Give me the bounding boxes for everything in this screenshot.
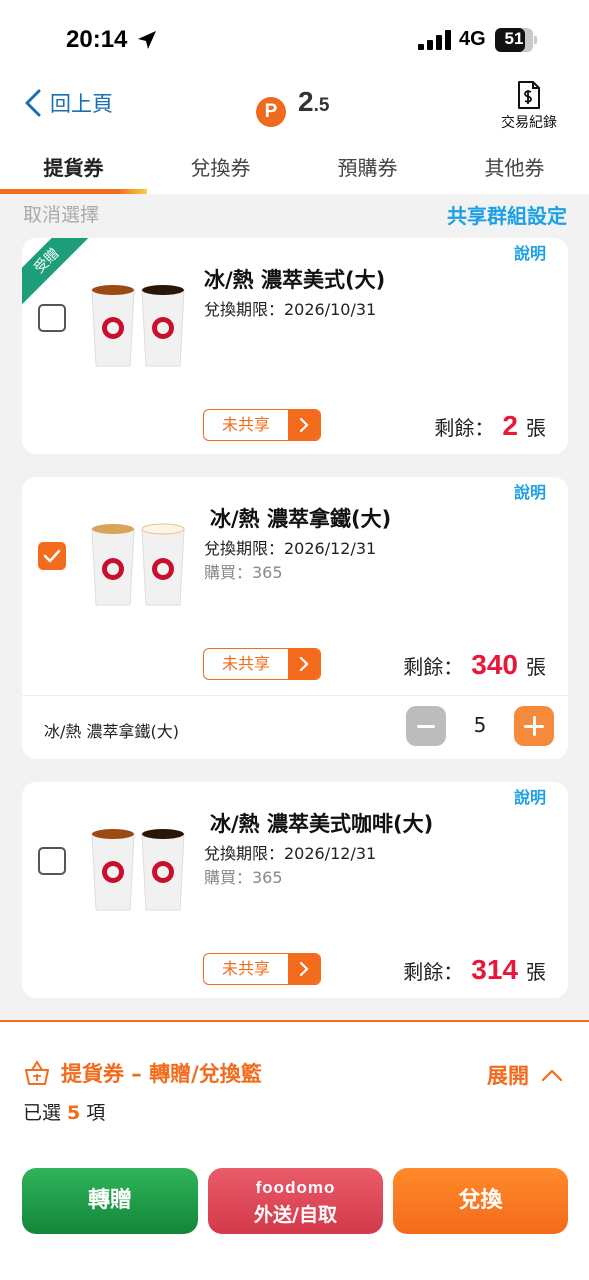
voucher-card: 說明 冰/熱 濃萃美式咖啡(大) 兌換期限：2026/12/31 購買：365 … <box>22 782 568 998</box>
share-status-label: 未共享 <box>221 959 270 978</box>
share-status-label: 未共享 <box>221 654 270 673</box>
increment-button[interactable] <box>514 706 554 746</box>
remaining-count: 剩餘： 2 張 <box>434 410 546 442</box>
explain-link[interactable]: 說明 <box>514 784 546 808</box>
quantity-value[interactable]: 5 <box>454 713 506 737</box>
remaining-label: 剩餘： <box>403 655 464 679</box>
americano-cups-image <box>91 285 185 367</box>
transaction-history-label: 交易紀錄 <box>501 115 557 131</box>
chevron-left-icon <box>25 89 41 117</box>
basket-title: 提貨券 – 轉贈/兌換籃 <box>23 1058 262 1088</box>
location-arrow-icon <box>138 31 156 49</box>
back-label: 回上頁 <box>50 92 113 116</box>
status-time: 20:14 <box>66 26 128 53</box>
foodomo-delivery-button[interactable]: foodomo 外送/自取 <box>208 1168 383 1234</box>
transfer-button[interactable]: 轉贈 <box>22 1168 198 1234</box>
checkmark-icon <box>43 549 61 563</box>
chevron-right-icon <box>299 656 309 672</box>
top-header: 回上頁 P 2 .5 交易紀錄 <box>0 76 589 136</box>
selected-number: 5 <box>67 1102 81 1124</box>
latte-cups-image <box>91 523 185 606</box>
minus-icon <box>417 724 435 728</box>
chevron-right-icon <box>299 417 309 433</box>
battery-level: 51 <box>504 29 524 48</box>
tab-exchange[interactable]: 兌換券 <box>147 136 294 194</box>
remaining-unit: 張 <box>526 416 546 440</box>
voucher-checkbox[interactable] <box>38 847 66 875</box>
expand-label: 展開 <box>487 1064 529 1088</box>
points-decimal: .5 <box>313 95 330 116</box>
product-name: 冰/熱 濃萃拿鐵(大) <box>210 507 392 531</box>
voucher-tabs: 提貨券 兌換券 預購券 其他券 <box>0 136 589 194</box>
remaining-label: 剩餘： <box>403 960 464 984</box>
share-status-button[interactable]: 未共享 <box>203 953 321 985</box>
voucher-checkbox[interactable] <box>38 304 66 332</box>
basket-icon <box>25 1060 49 1085</box>
selected-count: 已選 5 項 <box>23 1098 105 1125</box>
selected-suffix: 項 <box>86 1102 106 1124</box>
remaining-count: 剩餘： 340 張 <box>403 649 546 681</box>
expiry-date: 兌換期限：2026/10/31 <box>204 300 377 319</box>
quantity-product-name: 冰/熱 濃萃拿鐵(大) <box>44 722 179 741</box>
share-status-button[interactable]: 未共享 <box>203 409 321 441</box>
basket-panel: 提貨券 – 轉贈/兌換籃 展開 已選 5 項 轉贈 foodomo 外送/自取 兌換 <box>0 1020 589 1280</box>
receipt-icon <box>518 81 540 109</box>
remaining-number: 314 <box>471 954 518 985</box>
share-status-button[interactable]: 未共享 <box>203 648 321 680</box>
selected-prefix: 已選 <box>23 1102 62 1124</box>
points-integer: 2 <box>298 86 314 117</box>
purchase-count: 購買：365 <box>204 563 283 582</box>
expiry-date: 兌換期限：2026/12/31 <box>204 539 377 558</box>
remaining-unit: 張 <box>526 655 546 679</box>
explain-link[interactable]: 說明 <box>514 479 546 503</box>
foodomo-label: 外送/自取 <box>254 1204 337 1226</box>
product-name: 冰/熱 濃萃美式咖啡(大) <box>210 812 434 836</box>
foodomo-brand: foodomo <box>255 1178 336 1197</box>
network-type: 4G <box>459 28 486 50</box>
status-bar: 20:14 4G 51 <box>0 0 589 76</box>
remaining-count: 剩餘： 314 張 <box>403 954 546 986</box>
tab-other[interactable]: 其他券 <box>441 136 588 194</box>
back-button[interactable]: 回上頁 <box>22 88 113 118</box>
expiry-date: 兌換期限：2026/12/31 <box>204 844 377 863</box>
points-p-icon: P <box>256 97 286 127</box>
explain-link[interactable]: 說明 <box>514 240 546 264</box>
share-group-settings-link[interactable]: 共享群組設定 <box>447 200 567 229</box>
exchange-button[interactable]: 兌換 <box>393 1168 568 1234</box>
transaction-history-button[interactable]: 交易紀錄 <box>499 80 559 132</box>
decrement-button[interactable] <box>406 706 446 746</box>
share-status-label: 未共享 <box>221 415 270 434</box>
product-name: 冰/熱 濃萃美式(大) <box>204 268 386 292</box>
purchase-count: 購買：365 <box>204 868 283 887</box>
tab-pickup[interactable]: 提貨券 <box>0 136 147 194</box>
plus-icon-v <box>532 716 536 736</box>
americano-cups-image <box>91 829 185 911</box>
quantity-stepper: 5 <box>406 706 554 746</box>
remaining-unit: 張 <box>526 960 546 984</box>
basket-title-text: 提貨券 – 轉贈/兌換籃 <box>61 1062 262 1086</box>
cellular-signal-icon <box>418 30 451 50</box>
points-balance: P 2 .5 <box>256 86 330 127</box>
voucher-checkbox[interactable] <box>38 542 66 570</box>
battery-icon: 51 <box>495 28 537 52</box>
voucher-card: 受贈 說明 冰/熱 濃萃美式(大) 兌換期限：2026/10/31 未共享 剩餘… <box>22 238 568 454</box>
gifted-ribbon: 受贈 <box>22 238 96 310</box>
quantity-row: 冰/熱 濃萃拿鐵(大) 5 <box>22 695 568 759</box>
remaining-number: 340 <box>471 649 518 680</box>
voucher-card: 說明 冰/熱 濃萃拿鐵(大) 兌換期限：2026/12/31 購買：365 未共… <box>22 477 568 759</box>
remaining-label: 剩餘： <box>434 416 495 440</box>
chevron-up-icon <box>541 1069 563 1082</box>
tab-preorder[interactable]: 預購券 <box>294 136 441 194</box>
chevron-right-icon <box>299 961 309 977</box>
cancel-selection-button[interactable]: 取消選擇 <box>23 200 99 227</box>
expand-button[interactable]: 展開 <box>487 1060 563 1090</box>
remaining-number: 2 <box>502 410 518 441</box>
